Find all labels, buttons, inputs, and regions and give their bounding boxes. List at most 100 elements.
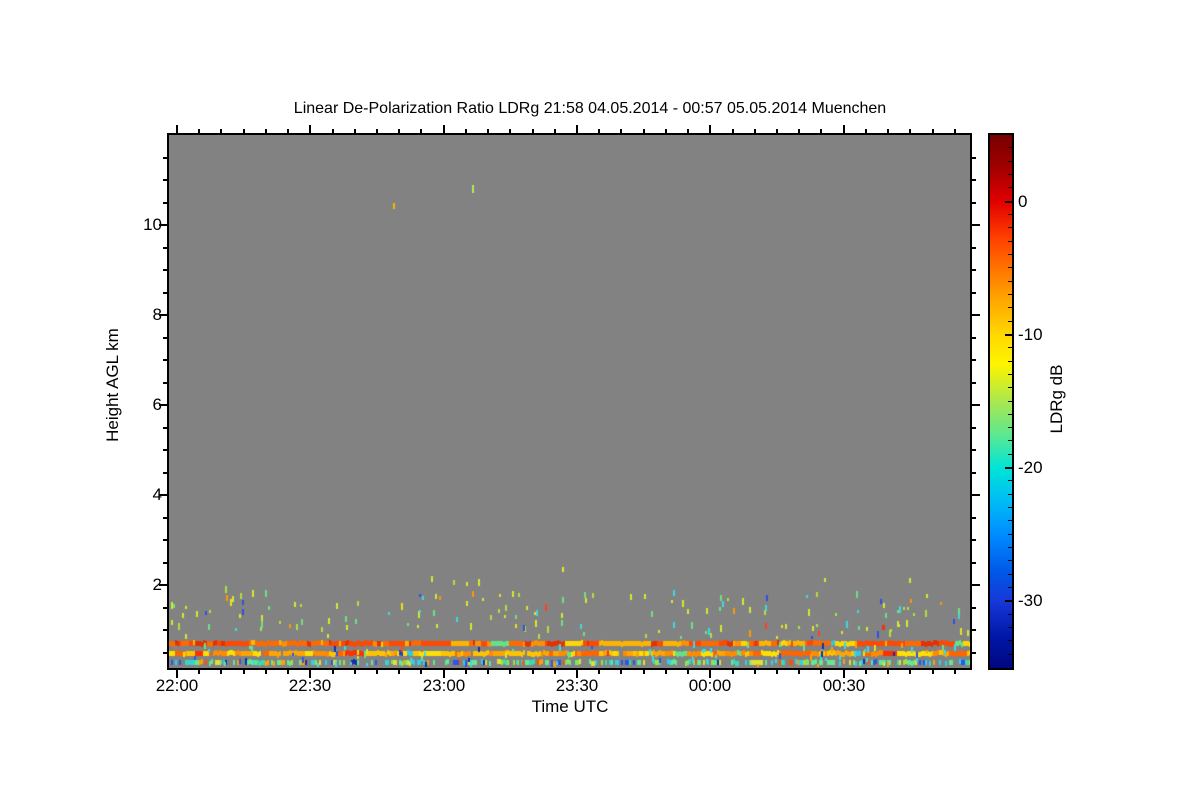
colorbar-tick <box>1005 334 1012 336</box>
y-axis-tick <box>163 449 167 451</box>
x-axis-tick-top <box>265 129 267 133</box>
y-axis-tick-right <box>972 202 976 204</box>
y-axis-tick <box>163 607 167 609</box>
colorbar-tick <box>1008 587 1012 588</box>
x-axis-tick <box>198 670 200 674</box>
y-axis-tick-right <box>972 584 980 586</box>
colorbar-tick <box>1008 387 1012 388</box>
colorbar <box>988 133 1014 670</box>
y-axis-tick-right <box>972 179 976 181</box>
colorbar-tick <box>1008 654 1012 655</box>
colorbar-tick-label: -10 <box>1018 325 1043 344</box>
x-tick-label: 22:30 <box>288 676 332 695</box>
colorbar-tick <box>1008 480 1012 481</box>
colorbar-tick <box>1008 347 1012 348</box>
colorbar-title: LDRg dB <box>1047 364 1066 434</box>
y-axis-tick <box>163 539 167 541</box>
colorbar-tick-label: 0 <box>1018 192 1028 211</box>
y-tick-label: 4 <box>152 485 162 504</box>
colorbar-tick <box>1008 614 1012 615</box>
x-axis-tick-top <box>532 129 534 133</box>
x-axis-tick-top <box>332 129 334 133</box>
x-axis-tick-top <box>865 129 867 133</box>
x-tick-label: 00:00 <box>688 676 732 695</box>
colorbar-tick <box>1008 440 1012 441</box>
colorbar-tick <box>1008 560 1012 561</box>
x-axis-tick <box>509 670 511 674</box>
x-axis-tick-top <box>598 129 600 133</box>
y-axis-tick <box>163 292 167 294</box>
x-axis-tick-top <box>687 129 689 133</box>
x-axis-tick-top <box>176 125 178 133</box>
x-axis-tick <box>243 670 245 674</box>
x-axis-tick <box>820 670 822 674</box>
colorbar-tick <box>1005 600 1012 602</box>
y-tick-label: 2 <box>152 575 162 594</box>
x-axis-tick <box>643 670 645 674</box>
x-axis-tick <box>332 670 334 674</box>
x-axis-tick <box>265 670 267 674</box>
x-tick-label: 23:00 <box>422 676 466 695</box>
x-axis-tick <box>620 670 622 674</box>
y-axis-tick <box>163 157 167 159</box>
y-axis-tick-right <box>972 517 976 519</box>
colorbar-tick <box>1008 361 1012 362</box>
colorbar-tick <box>1008 627 1012 628</box>
x-axis-tick-top <box>354 129 356 133</box>
y-axis-tick-right <box>972 314 980 316</box>
y-axis-tick <box>163 562 167 564</box>
y-axis-tick-right <box>972 494 980 496</box>
y-axis-tick-right <box>972 292 976 294</box>
y-axis-tick <box>163 652 167 654</box>
x-axis-tick-top <box>732 129 734 133</box>
y-axis-tick-right <box>972 562 976 564</box>
x-axis-tick-top <box>665 129 667 133</box>
y-axis-tick-right <box>972 359 976 361</box>
colorbar-tick <box>1008 494 1012 495</box>
x-axis-tick-top <box>509 129 511 133</box>
y-axis-tick <box>163 359 167 361</box>
x-axis-tick-top <box>443 125 445 133</box>
colorbar-tick <box>1008 520 1012 521</box>
x-axis-tick-top <box>776 129 778 133</box>
colorbar-tick <box>1008 454 1012 455</box>
y-axis-tick <box>163 382 167 384</box>
colorbar-tick <box>1005 201 1012 203</box>
x-axis-tick <box>354 670 356 674</box>
x-axis-tick <box>554 670 556 674</box>
y-tick-label: 8 <box>152 305 162 324</box>
x-axis-tick-top <box>954 129 956 133</box>
y-axis-tick-right <box>972 337 976 339</box>
x-axis-tick-top <box>554 129 556 133</box>
colorbar-tick <box>1008 147 1012 148</box>
x-axis-tick <box>220 670 222 674</box>
x-axis-tick <box>798 670 800 674</box>
colorbar-tick <box>1008 427 1012 428</box>
colorbar-tick <box>1008 187 1012 188</box>
x-axis-tick <box>398 670 400 674</box>
x-axis-tick-top <box>220 129 222 133</box>
x-axis-tick <box>776 670 778 674</box>
colorbar-tick <box>1008 267 1012 268</box>
x-axis-tick <box>909 670 911 674</box>
x-axis-tick-top <box>376 129 378 133</box>
colorbar-tick <box>1008 227 1012 228</box>
x-axis-tick <box>532 670 534 674</box>
x-axis-tick-top <box>843 125 845 133</box>
y-axis-tick-right <box>972 224 980 226</box>
x-axis-tick-top <box>709 125 711 133</box>
y-axis-tick-right <box>972 427 976 429</box>
x-axis-tick-top <box>487 129 489 133</box>
y-axis-tick <box>163 247 167 249</box>
colorbar-tick <box>1008 321 1012 322</box>
x-axis-tick <box>287 670 289 674</box>
y-axis-tick-right <box>972 629 976 631</box>
chart-title: Linear De-Polarization Ratio LDRg 21:58 … <box>293 100 887 117</box>
x-axis-tick-top <box>398 129 400 133</box>
colorbar-tick <box>1008 214 1012 215</box>
x-axis-tick <box>887 670 889 674</box>
colorbar-tick <box>1008 161 1012 162</box>
x-axis-tick-top <box>198 129 200 133</box>
x-axis-tick-top <box>798 129 800 133</box>
colorbar-tick <box>1008 507 1012 508</box>
